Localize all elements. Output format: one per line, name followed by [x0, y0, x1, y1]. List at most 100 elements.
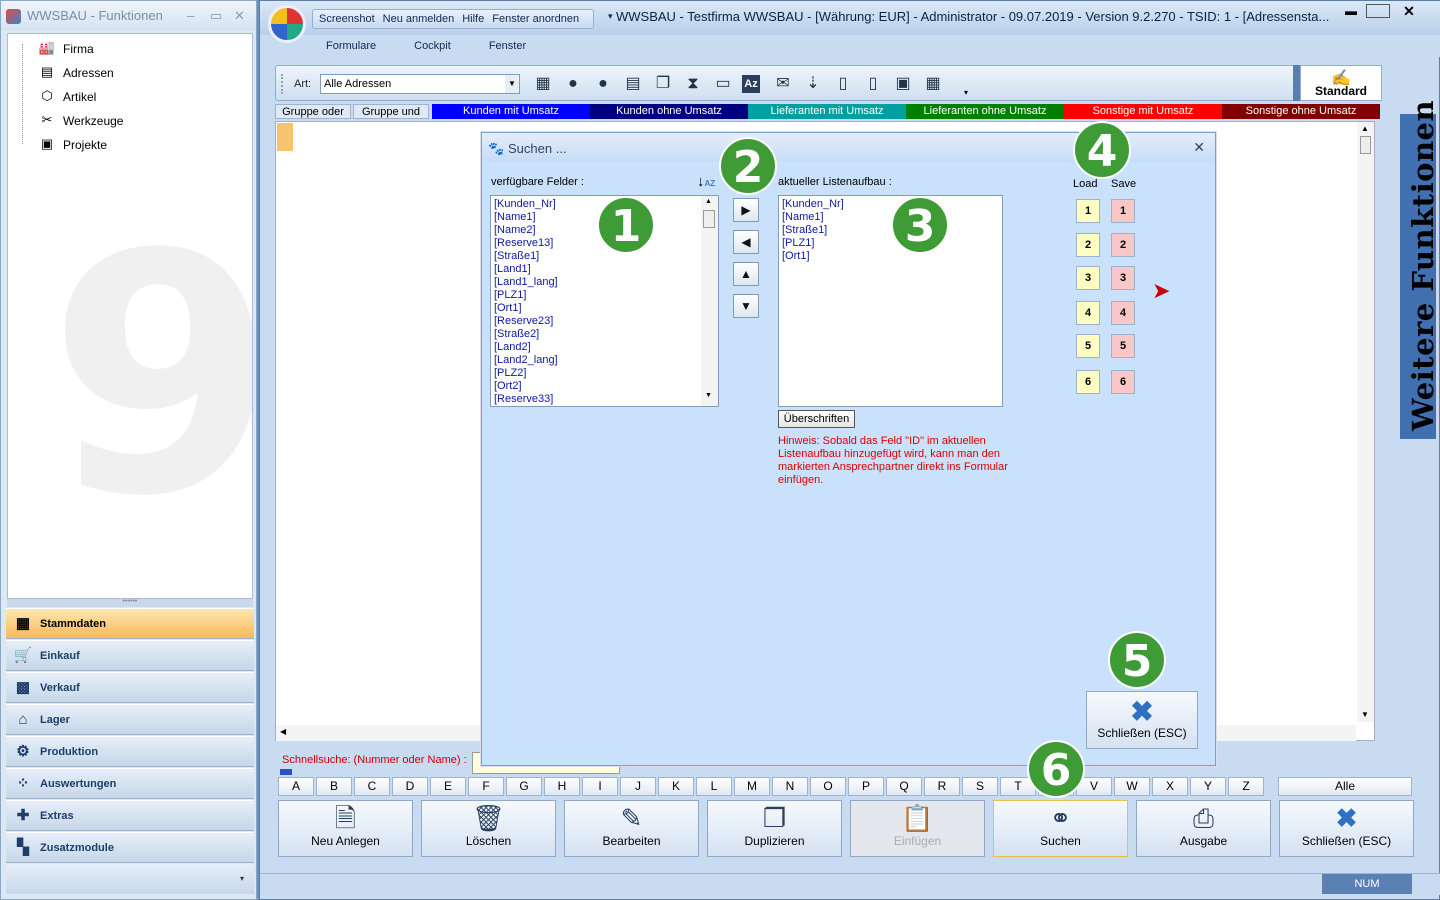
- menu-formulare[interactable]: Formulare: [326, 40, 376, 52]
- tree-item-artikel[interactable]: ⬡ Artikel: [36, 86, 96, 108]
- letter-k-button[interactable]: K: [658, 777, 694, 796]
- nav-verkauf[interactable]: ▩ Verkauf: [6, 672, 254, 703]
- person-icon[interactable]: ●: [562, 73, 584, 95]
- hourglass-icon[interactable]: ⧗: [682, 73, 704, 95]
- qa-hilfe[interactable]: Hilfe: [462, 13, 484, 25]
- list-vscrollbar[interactable]: ▲ ▼: [1357, 122, 1374, 722]
- person2-icon[interactable]: ●: [592, 73, 614, 95]
- available-field-item[interactable]: [Ort1]: [494, 302, 715, 315]
- save-slot-5[interactable]: 5: [1111, 334, 1135, 358]
- tree-item-adressen[interactable]: ▤ Adressen: [36, 62, 114, 84]
- letter-s-button[interactable]: S: [962, 777, 998, 796]
- letter-q-button[interactable]: Q: [886, 777, 922, 796]
- sort-az-icon[interactable]: ↓AZ: [697, 173, 715, 190]
- toolbar-overflow-icon[interactable]: ▾: [964, 88, 968, 97]
- maximize-icon[interactable]: ▭: [210, 8, 222, 24]
- load-slot-6[interactable]: 6: [1076, 370, 1100, 394]
- letter-w-button[interactable]: W: [1114, 777, 1150, 796]
- available-field-item[interactable]: [PLZ2]: [494, 367, 715, 380]
- available-field-item[interactable]: [Reserve23]: [494, 315, 715, 328]
- mail-icon[interactable]: ✉: [772, 73, 794, 95]
- nav-extras[interactable]: ✚ Extras: [6, 800, 254, 831]
- screen-icon[interactable]: ▣: [892, 73, 914, 95]
- qa-fenster-anordnen[interactable]: Fenster anordnen: [492, 13, 579, 25]
- close-icon[interactable]: ✕: [234, 8, 245, 24]
- list-icon[interactable]: ▤: [622, 73, 644, 95]
- available-fields-scrollbar[interactable]: ▲ ▼: [701, 196, 718, 406]
- schließen-esc-button[interactable]: ✖ Schließen (ESC): [1279, 800, 1414, 857]
- load-slot-5[interactable]: 5: [1076, 334, 1100, 358]
- filter-lieferanten-ohne-umsatz[interactable]: Lieferanten ohne Umsatz: [906, 104, 1064, 119]
- grid-icon[interactable]: ▦: [922, 73, 944, 95]
- neu-anlegen-button[interactable]: 🗎 Neu Anlegen: [278, 800, 413, 857]
- load-slot-4[interactable]: 4: [1076, 301, 1100, 325]
- filter-lieferanten-mit-umsatz[interactable]: Lieferanten mit Umsatz: [748, 104, 906, 119]
- load-slot-3[interactable]: 3: [1076, 266, 1100, 290]
- ausgabe-button[interactable]: ⎙ Ausgabe: [1136, 800, 1271, 857]
- letter-e-button[interactable]: E: [430, 777, 466, 796]
- letter-h-button[interactable]: H: [544, 777, 580, 796]
- letter-all-button[interactable]: Alle: [1278, 777, 1412, 796]
- sort-down-icon[interactable]: ⇣: [802, 73, 824, 95]
- letter-z-button[interactable]: Z: [1228, 777, 1264, 796]
- nav-auswertungen[interactable]: ⁘ Auswertungen: [6, 768, 254, 799]
- qa-dropdown-icon[interactable]: ▾: [608, 11, 613, 22]
- letter-a-button[interactable]: A: [278, 777, 314, 796]
- available-field-item[interactable]: [Reserve33]: [494, 393, 715, 406]
- letter-d-button[interactable]: D: [392, 777, 428, 796]
- letter-r-button[interactable]: R: [924, 777, 960, 796]
- qa-screenshot[interactable]: Screenshot: [319, 13, 375, 25]
- letter-m-button[interactable]: M: [734, 777, 770, 796]
- toolbar-grip[interactable]: [281, 74, 284, 94]
- menu-fenster[interactable]: Fenster: [489, 40, 526, 52]
- available-field-item[interactable]: [Straße2]: [494, 328, 715, 341]
- letter-b-button[interactable]: B: [316, 777, 352, 796]
- cards-icon[interactable]: ❐: [652, 73, 674, 95]
- available-field-item[interactable]: [PLZ1]: [494, 289, 715, 302]
- letter-p-button[interactable]: P: [848, 777, 884, 796]
- letter-x-button[interactable]: X: [1152, 777, 1188, 796]
- letter-f-button[interactable]: F: [468, 777, 504, 796]
- standard-button[interactable]: ✍ Standard: [1300, 65, 1382, 101]
- move-up-button[interactable]: ▲: [733, 262, 759, 286]
- duplizieren-button[interactable]: ❐ Duplizieren: [707, 800, 842, 857]
- filter-sonstige-ohne-umsatz[interactable]: Sonstige ohne Umsatz: [1222, 104, 1380, 119]
- suchen-button[interactable]: ⚭ Suchen: [993, 800, 1128, 857]
- save-slot-2[interactable]: 2: [1111, 233, 1135, 257]
- current-field-item[interactable]: [Kunden_Nr]: [782, 198, 999, 211]
- tree-item-firma[interactable]: 🏭 Firma: [36, 38, 94, 60]
- nav-zusatzmodule[interactable]: ▚ Zusatzmodule: [6, 832, 254, 863]
- available-field-item[interactable]: [Land1]: [494, 263, 715, 276]
- filter-sonstige-mit-umsatz[interactable]: Sonstige mit Umsatz: [1064, 104, 1222, 119]
- current-field-item[interactable]: [Ort1]: [782, 250, 999, 263]
- page-icon[interactable]: ▯: [832, 73, 854, 95]
- sort-az-icon[interactable]: Az: [742, 75, 760, 93]
- tree-item-werkzeuge[interactable]: ✂ Werkzeuge: [36, 110, 124, 132]
- nav-lager[interactable]: ⌂ Lager: [6, 704, 254, 735]
- card-icon[interactable]: ▭: [712, 73, 734, 95]
- close-icon[interactable]: ✕: [1394, 1, 1424, 21]
- dialog-close-button[interactable]: ✖ Schließen (ESC): [1086, 691, 1198, 749]
- load-slot-1[interactable]: 1: [1076, 199, 1100, 223]
- remove-field-button[interactable]: ◀: [733, 230, 759, 254]
- ueberschriften-button[interactable]: Überschriften: [778, 410, 855, 428]
- nav-stammdaten[interactable]: ▦ Stammdaten: [6, 608, 254, 639]
- filter-gruppe-oder[interactable]: Gruppe oder: [275, 104, 351, 119]
- chevron-down-icon[interactable]: ▼: [505, 75, 519, 93]
- nav-produktion[interactable]: ⚙ Produktion: [6, 736, 254, 767]
- close-icon[interactable]: ✕: [1193, 139, 1205, 156]
- letter-l-button[interactable]: L: [696, 777, 732, 796]
- save-slot-4[interactable]: 4: [1111, 301, 1135, 325]
- available-field-item[interactable]: [Land2_lang]: [494, 354, 715, 367]
- letter-i-button[interactable]: I: [582, 777, 618, 796]
- add-field-button[interactable]: ▶: [733, 198, 759, 222]
- move-down-button[interactable]: ▼: [733, 294, 759, 318]
- löschen-button[interactable]: 🗑 Löschen: [421, 800, 556, 857]
- bearbeiten-button[interactable]: ✎ Bearbeiten: [564, 800, 699, 857]
- save-slot-6[interactable]: 6: [1111, 370, 1135, 394]
- letter-j-button[interactable]: J: [620, 777, 656, 796]
- available-field-item[interactable]: [Straße1]: [494, 250, 715, 263]
- page-header-icon[interactable]: ▯: [862, 73, 884, 95]
- qa-neu-anmelden[interactable]: Neu anmelden: [383, 13, 455, 25]
- letter-g-button[interactable]: G: [506, 777, 542, 796]
